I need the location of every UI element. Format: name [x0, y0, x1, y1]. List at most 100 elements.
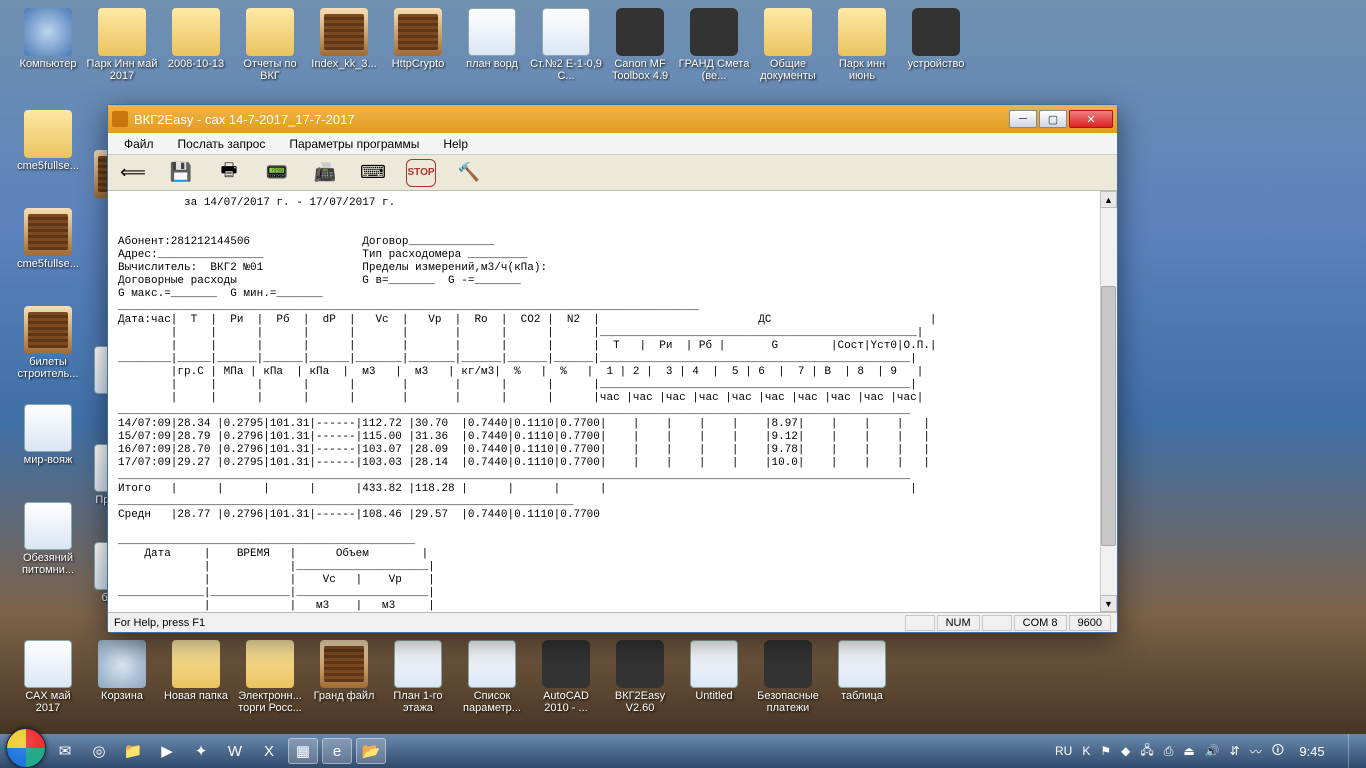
desktop-icon[interactable]: Index_kk_3...: [308, 8, 380, 70]
desktop-icon[interactable]: Парк Инн май 2017: [86, 8, 158, 82]
desktop-icon[interactable]: Untitled: [678, 640, 750, 702]
desktop-icon[interactable]: cme5fullse...: [12, 208, 84, 270]
folder-icon: [764, 8, 812, 56]
taskbar-item-word[interactable]: W: [220, 738, 250, 764]
scroll-thumb[interactable]: [1101, 286, 1116, 546]
taskbar-item-excel[interactable]: X: [254, 738, 284, 764]
titlebar[interactable]: ВКГ2Easy - сах 14-7-2017_17-7-2017 ─ ▢ ✕: [108, 105, 1117, 133]
desktop-icon[interactable]: Список параметр...: [456, 640, 528, 714]
file-icon: [468, 640, 516, 688]
vertical-scrollbar[interactable]: ▲ ▼: [1100, 191, 1117, 612]
taskbar-item-vkg2easy[interactable]: ▦: [288, 738, 318, 764]
desktop-icon[interactable]: Парк инн июнь: [826, 8, 898, 82]
desktop-icon[interactable]: мир-вояж: [12, 404, 84, 466]
scroll-up-button[interactable]: ▲: [1100, 191, 1117, 208]
taskbar-item-mail[interactable]: ✉: [50, 738, 80, 764]
desktop-icon[interactable]: план ворд: [456, 8, 528, 70]
desktop-icon[interactable]: Ст.№2 E-1-0,9 C...: [530, 8, 602, 82]
trash-icon: [98, 640, 146, 688]
tray-device-icon[interactable]: ⎙: [1164, 744, 1174, 759]
desktop-icon[interactable]: Безопасные платежи: [752, 640, 824, 714]
menu-help[interactable]: Help: [433, 135, 478, 153]
desktop-icon[interactable]: билеты строитель...: [12, 306, 84, 380]
desktop-icon[interactable]: Электронн... торги Росс...: [234, 640, 306, 714]
desktop-icon[interactable]: Обезяний питомни...: [12, 502, 84, 576]
folder-icon: [246, 640, 294, 688]
save-button[interactable]: 💾: [166, 159, 196, 187]
taskbar-item-chrome[interactable]: ◎: [84, 738, 114, 764]
desktop-icon-label: Список параметр...: [456, 690, 528, 714]
desktop-icon-label: HttpCrypto: [382, 58, 454, 70]
device-red-button[interactable]: 📠: [310, 159, 340, 187]
desktop-icon[interactable]: Новая папка: [160, 640, 232, 702]
tray-info-icon[interactable]: 🛈: [1272, 741, 1284, 762]
taskbar-item-ie[interactable]: e: [322, 738, 352, 764]
archive-icon: [24, 208, 72, 256]
app-icon: [616, 8, 664, 56]
app-icon: [690, 8, 738, 56]
close-button[interactable]: ✕: [1069, 110, 1113, 128]
device-button[interactable]: ⌨: [358, 159, 388, 187]
desktop-icon[interactable]: Отчеты по ВКГ: [234, 8, 306, 82]
desktop-icon[interactable]: САХ май 2017: [12, 640, 84, 714]
tray-av-icon[interactable]: K: [1082, 744, 1090, 758]
desktop-icon[interactable]: План 1-го этажа: [382, 640, 454, 714]
show-desktop-button[interactable]: [1348, 734, 1360, 768]
tools-button[interactable]: 🔨: [454, 159, 484, 187]
app-icon: [112, 111, 128, 127]
tray-clock[interactable]: 9:45: [1294, 744, 1330, 759]
stop-button[interactable]: STOP: [406, 159, 436, 187]
tray-lang[interactable]: RU: [1055, 744, 1072, 758]
desktop-icon[interactable]: устройство: [900, 8, 972, 70]
desktop-icon[interactable]: Компьютер: [12, 8, 84, 70]
maximize-button[interactable]: ▢: [1039, 110, 1067, 128]
desktop-icon[interactable]: 2008-10-13: [160, 8, 232, 70]
desktop-icon[interactable]: HttpCrypto: [382, 8, 454, 70]
taskbar-item-folder[interactable]: 📂: [356, 738, 386, 764]
print-button[interactable]: 🖶: [214, 159, 244, 187]
menu-send-request[interactable]: Послать запрос: [168, 135, 276, 153]
status-blank-1: [905, 615, 935, 631]
desktop-icon[interactable]: Корзина: [86, 640, 158, 702]
desktop-icon-label: Безопасные платежи: [752, 690, 824, 714]
desktop-icon-label: ГРАНД Смета (ве...: [678, 58, 750, 82]
tray-app-icon[interactable]: ◆: [1121, 744, 1130, 758]
device-sun-button[interactable]: 📟: [262, 159, 292, 187]
desktop-icon-label: Корзина: [86, 690, 158, 702]
tray-volume-icon[interactable]: 🔊: [1205, 744, 1220, 758]
taskbar-item-explorer[interactable]: 📁: [118, 738, 148, 764]
archive-icon: [24, 306, 72, 354]
back-button[interactable]: ⟸: [118, 159, 148, 187]
desktop-icon-label: Обезяний питомни...: [12, 552, 84, 576]
desktop-icon[interactable]: ГРАНД Смета (ве...: [678, 8, 750, 82]
taskbar-item-app1[interactable]: ✦: [186, 738, 216, 764]
tray-flag-icon[interactable]: ⚑: [1100, 744, 1111, 758]
folder-icon: [172, 640, 220, 688]
desktop-icon[interactable]: Гранд файл: [308, 640, 380, 702]
pc-icon: [24, 8, 72, 56]
menu-program-params[interactable]: Параметры программы: [279, 135, 429, 153]
desktop-icon[interactable]: AutoCAD 2010 - ...: [530, 640, 602, 714]
toolbar: ⟸ 💾 🖶 📟 📠 ⌨ STOP 🔨: [108, 155, 1117, 191]
desktop-icon-label: Парк инн июнь: [826, 58, 898, 82]
desktop-icon[interactable]: ВКГ2Easy V2.60: [604, 640, 676, 714]
desktop-icon-label: AutoCAD 2010 - ...: [530, 690, 602, 714]
desktop-icon-label: ВКГ2Easy V2.60: [604, 690, 676, 714]
scroll-down-button[interactable]: ▼: [1100, 595, 1117, 612]
archive-icon: [320, 8, 368, 56]
taskbar-item-media[interactable]: ▶: [152, 738, 182, 764]
desktop-icon[interactable]: Canon MF Toolbox 4.9: [604, 8, 676, 82]
archive-icon: [394, 8, 442, 56]
tray-action-icon[interactable]: ⏏: [1183, 744, 1194, 758]
tray-usb-icon[interactable]: ⇵: [1230, 744, 1240, 758]
tray-net2-icon[interactable]: 〰: [1250, 743, 1262, 760]
start-button[interactable]: [6, 728, 46, 768]
desktop-icon-label: САХ май 2017: [12, 690, 84, 714]
tray-network-icon[interactable]: 🖧: [1140, 741, 1153, 762]
desktop-icon[interactable]: таблица: [826, 640, 898, 702]
menu-file[interactable]: Файл: [114, 135, 164, 153]
desktop-icon[interactable]: Общие документы: [752, 8, 824, 82]
desktop-icon[interactable]: cme5fullse...: [12, 110, 84, 172]
desktop-icon-label: Новая папка: [160, 690, 232, 702]
minimize-button[interactable]: ─: [1009, 110, 1037, 128]
